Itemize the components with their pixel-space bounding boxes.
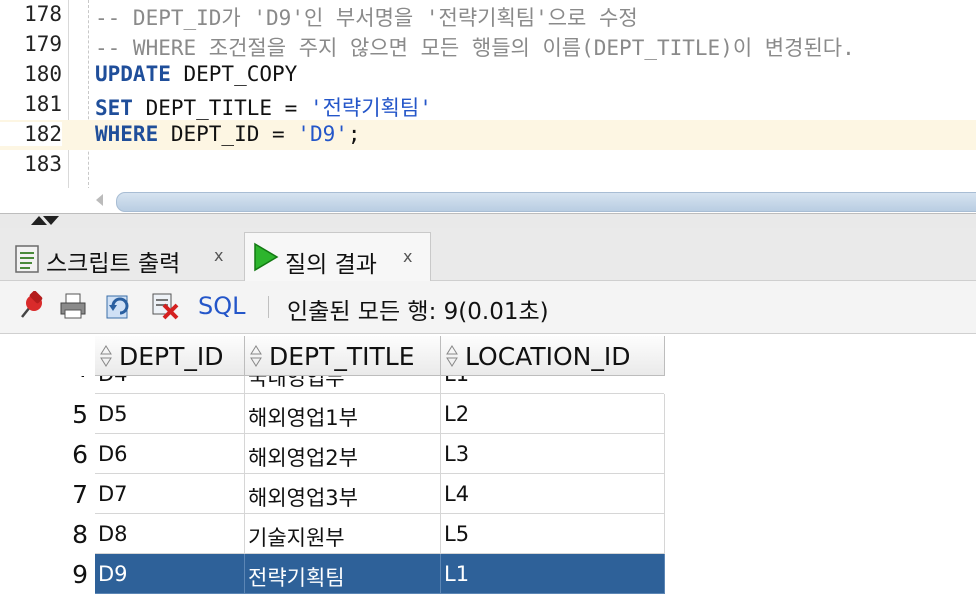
editor-horizontal-scrollbar[interactable] [0, 188, 976, 214]
line-number: 180 [24, 62, 62, 86]
table-cell[interactable]: L2 [441, 394, 665, 434]
close-icon[interactable]: x [214, 246, 223, 265]
line-number: 182 [0, 122, 62, 146]
table-cell[interactable]: L1 [441, 376, 664, 394]
collapse-down-icon[interactable] [43, 216, 59, 225]
sql-keyword: UPDATE [95, 62, 171, 86]
table-row[interactable]: 9 D9 전략기획팀 L1 [0, 554, 665, 594]
column-header-label: DEPT_ID [119, 342, 224, 371]
table-cell[interactable]: D9 [95, 554, 245, 594]
editor-line[interactable]: 180 UPDATE DEPT_COPY [0, 60, 976, 90]
sort-icon[interactable] [250, 344, 262, 368]
row-number: 8 [72, 520, 88, 549]
scroll-left-icon[interactable] [96, 194, 103, 206]
table-row[interactable]: 8 D8 기술지원부 L5 [0, 514, 665, 554]
code-text[interactable]: -- DEPT_ID가 'D9'인 부서명을 '전략기획팀'으로 수정 [95, 2, 638, 32]
sql-comment: -- WHERE 조건절을 주지 않으면 모든 행들의 이름(DEPT_TITL… [95, 36, 855, 60]
output-tab-bar: 스크립트 출력 x 질의 결과 x [0, 228, 976, 281]
column-header-dept-title[interactable]: DEPT_TITLE [245, 336, 441, 376]
sql-keyword: WHERE [95, 122, 159, 146]
editor-line[interactable]: 182 WHERE DEPT_ID = 'D9'; [0, 120, 976, 150]
tab-script-output[interactable]: 스크립트 출력 x [8, 232, 238, 278]
table-cell[interactable]: 기술지원부 [245, 514, 441, 554]
table-cell[interactable]: 해외영업3부 [245, 474, 441, 514]
editor-line[interactable]: 181 SET DEPT_TITLE = '전략기획팀' [0, 90, 976, 120]
table-cell[interactable]: D6 [95, 434, 245, 474]
string-literal: '전략기획팀' [309, 96, 432, 120]
editor-line[interactable]: 178 -- DEPT_ID가 'D9'인 부서명을 '전략기획팀'으로 수정 [0, 0, 976, 30]
table-cell[interactable]: L3 [441, 434, 665, 474]
refresh-icon[interactable] [104, 291, 134, 321]
line-number: 178 [24, 2, 62, 26]
run-icon [254, 242, 279, 272]
code-text[interactable]: WHERE DEPT_ID = 'D9'; [95, 122, 361, 146]
table-cell[interactable]: 해외영업2부 [245, 434, 441, 474]
table-row[interactable]: 5 D5 해외영업1부 L2 [0, 394, 665, 434]
code-text[interactable]: UPDATE DEPT_COPY [95, 62, 297, 86]
row-number: 4 [0, 376, 88, 383]
table-cell[interactable]: D7 [95, 474, 245, 514]
sql-keyword: SET [95, 96, 133, 120]
fetch-status-text: 인출된 모든 행: 9(0.01초) [287, 299, 549, 325]
script-output-icon [15, 245, 39, 273]
line-number: 183 [24, 152, 62, 176]
panel-splitter[interactable] [0, 213, 976, 228]
code-token: DEPT_COPY [170, 62, 298, 86]
table-cell[interactable]: L4 [441, 474, 665, 514]
sql-button[interactable]: SQL [198, 292, 246, 320]
line-number: 181 [24, 92, 62, 116]
code-token: DEPT_ID = [158, 122, 298, 146]
table-cell[interactable]: D8 [95, 514, 245, 554]
editor-line[interactable]: 183 [0, 150, 976, 180]
close-icon[interactable]: x [403, 247, 412, 266]
line-number: 179 [24, 32, 62, 56]
code-token: ; [347, 122, 361, 146]
table-row[interactable]: 7 D7 해외영업3부 L4 [0, 474, 665, 514]
sql-editor[interactable]: 178 -- DEPT_ID가 'D9'인 부서명을 '전략기획팀'으로 수정 17… [0, 0, 976, 190]
tab-script-output-label: 스크립트 출력 [46, 251, 181, 277]
table-cell[interactable]: D4 [95, 376, 245, 394]
column-header-label: DEPT_TITLE [269, 342, 415, 371]
tab-query-result[interactable]: 질의 결과 x [244, 232, 431, 281]
row-number: 7 [72, 480, 88, 509]
code-text[interactable]: -- WHERE 조건절을 주지 않으면 모든 행들의 이름(DEPT_TITL… [95, 32, 855, 62]
table-cell[interactable]: D5 [95, 394, 245, 434]
string-literal: 'D9' [297, 122, 348, 146]
row-number: 6 [72, 440, 88, 469]
pin-icon[interactable] [16, 291, 46, 321]
print-icon[interactable] [58, 291, 88, 321]
column-header-dept-id[interactable]: DEPT_ID [95, 336, 245, 376]
editor-line[interactable]: 179 -- WHERE 조건절을 주지 않으면 모든 행들의 이름(DEPT_T… [0, 30, 976, 60]
cancel-icon[interactable] [150, 291, 180, 321]
query-result-grid[interactable]: DEPT_ID DEPT_TITLE LOCATION_ID 4D4국내영업부L… [0, 336, 976, 594]
table-cell[interactable]: L5 [441, 514, 665, 554]
code-token: DEPT_TITLE = [132, 96, 310, 120]
sort-icon[interactable] [446, 344, 458, 368]
code-text[interactable]: SET DEPT_TITLE = '전략기획팀' [95, 92, 432, 122]
table-row[interactable]: 6 D6 해외영업2부 L3 [0, 434, 665, 474]
tab-query-result-label: 질의 결과 [285, 252, 377, 278]
column-header-location-id[interactable]: LOCATION_ID [441, 336, 665, 376]
toolbar-separator [268, 296, 269, 318]
row-number: 9 [72, 560, 88, 589]
table-cell[interactable]: 해외영업1부 [245, 394, 441, 434]
sort-icon[interactable] [100, 344, 112, 368]
result-toolbar: SQL 인출된 모든 행: 9(0.01초) [0, 281, 976, 334]
table-cell[interactable]: 전략기획팀 [245, 554, 441, 594]
table-cell[interactable]: 국내영업부 [245, 376, 441, 394]
sql-comment: -- DEPT_ID가 'D9'인 부서명을 '전략기획팀'으로 수정 [95, 6, 638, 30]
column-header-label: LOCATION_ID [465, 342, 631, 371]
table-row[interactable]: 4 D4국내영업부L1 [0, 376, 664, 394]
table-cell[interactable]: L1 [441, 554, 665, 594]
scrollbar-thumb[interactable] [116, 192, 976, 212]
row-number: 5 [72, 400, 88, 429]
